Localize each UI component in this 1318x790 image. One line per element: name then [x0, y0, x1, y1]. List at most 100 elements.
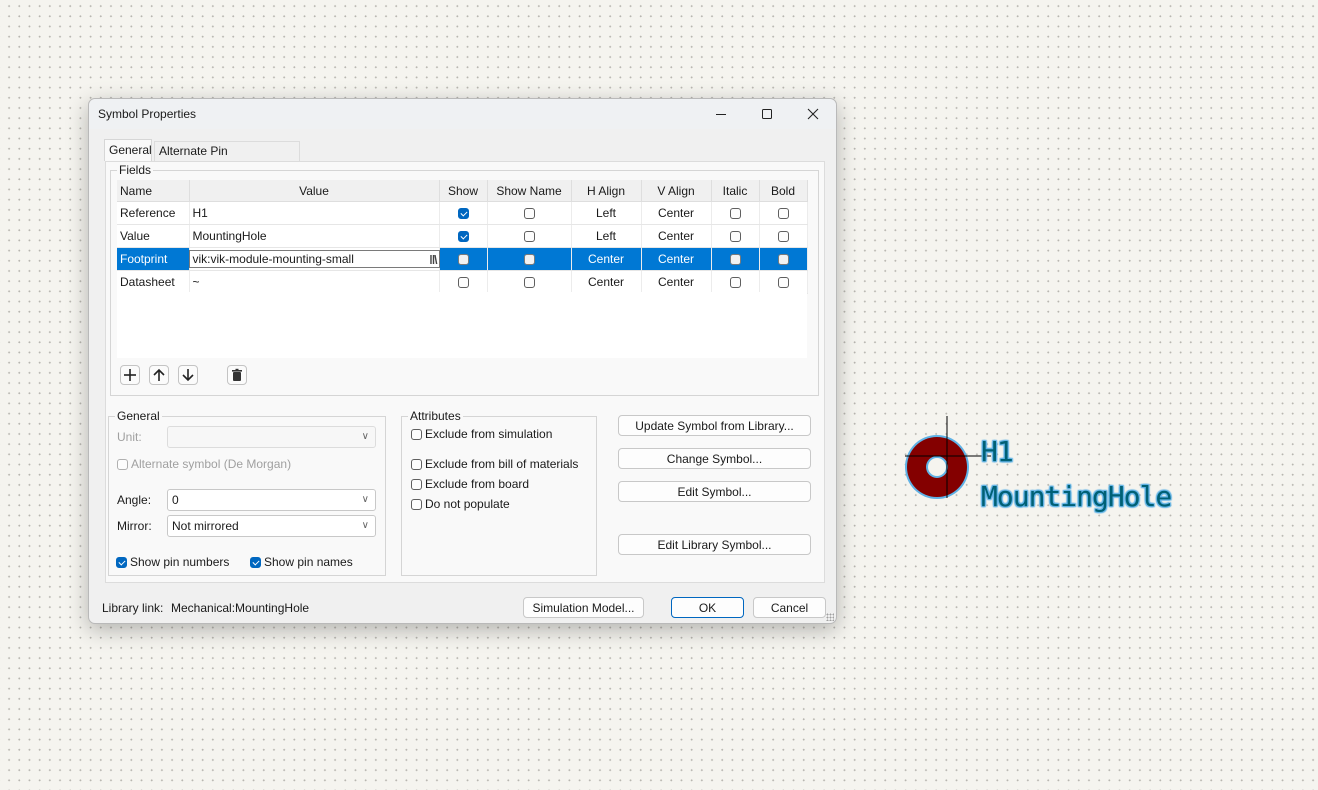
field-name-cell[interactable]: Datasheet — [117, 270, 190, 294]
show-checkbox[interactable] — [457, 208, 469, 220]
simulation-model-button[interactable]: Simulation Model... — [523, 597, 644, 618]
v-align-cell[interactable]: Center — [641, 224, 712, 248]
bold-cell[interactable] — [759, 247, 808, 271]
show-name-cell[interactable] — [487, 270, 572, 294]
column-header-value[interactable]: Value — [189, 180, 440, 202]
change-symbol-button[interactable]: Change Symbol... — [618, 448, 811, 469]
bold-checkbox[interactable] — [777, 277, 789, 289]
column-header-h-align[interactable]: H Align — [571, 180, 642, 202]
column-header-v-align[interactable]: V Align — [641, 180, 712, 202]
bold-checkbox[interactable] — [777, 231, 789, 243]
field-value-cell[interactable]: ~ — [189, 270, 440, 294]
show-checkbox[interactable] — [457, 231, 469, 243]
v-align-cell[interactable]: Center — [641, 247, 712, 271]
resize-grip[interactable] — [826, 613, 834, 621]
show-checkbox[interactable] — [457, 254, 469, 266]
show-name-checkbox[interactable] — [523, 208, 535, 220]
italic-cell[interactable] — [711, 247, 760, 271]
show-pin-names-checkbox-box[interactable] — [250, 556, 261, 568]
bold-checkbox[interactable] — [777, 208, 789, 220]
angle-select[interactable]: 0 ∨ — [167, 489, 376, 511]
update-symbol-from-library-button[interactable]: Update Symbol from Library... — [618, 415, 811, 436]
unit-select[interactable]: ∨ — [167, 426, 376, 448]
alternate-symbol-checkbox-box[interactable] — [117, 458, 128, 470]
move-down-button[interactable] — [178, 365, 198, 385]
field-name-cell[interactable]: Value — [117, 224, 190, 248]
tab-alternate-pin-assignments[interactable]: Alternate Pin Assignments — [154, 141, 300, 176]
maximize-button[interactable] — [744, 99, 790, 129]
field-name-cell[interactable]: Footprint — [117, 247, 190, 271]
edit-library-symbol-button[interactable]: Edit Library Symbol... — [618, 534, 811, 555]
library-browse-icon[interactable]: ‖\ — [429, 252, 437, 268]
show-name-checkbox[interactable] — [523, 254, 535, 266]
exclude-from-simulation-checkbox-box[interactable] — [411, 428, 422, 440]
italic-cell[interactable] — [711, 270, 760, 294]
alternate-symbol-checkbox[interactable]: Alternate symbol (De Morgan) — [117, 457, 291, 471]
field-value-cell[interactable]: MountingHole — [189, 224, 440, 248]
show-pin-names-checkbox[interactable]: Show pin names — [250, 555, 353, 569]
footprint-value-editor[interactable]: vik:vik-module-mounting-small ‖\ — [188, 250, 440, 268]
show-cell[interactable] — [439, 247, 488, 271]
v-align-cell[interactable]: Center — [641, 201, 712, 225]
table-row-selected[interactable]: Footprint vik:vik-module-mounting-small … — [117, 247, 808, 271]
italic-checkbox[interactable] — [729, 277, 741, 289]
show-cell[interactable] — [439, 224, 488, 248]
h-align-cell[interactable]: Left — [571, 201, 642, 225]
exclude-from-bom-checkbox[interactable]: Exclude from bill of materials — [411, 457, 578, 471]
show-checkbox[interactable] — [457, 277, 469, 289]
h-align-cell[interactable]: Center — [571, 247, 642, 271]
do-not-populate-checkbox[interactable]: Do not populate — [411, 497, 510, 511]
column-header-show-name[interactable]: Show Name — [487, 180, 572, 202]
show-name-cell[interactable] — [487, 201, 572, 225]
cancel-button[interactable]: Cancel — [753, 597, 826, 618]
mounting-hole-graphic[interactable] — [895, 410, 995, 520]
show-name-cell[interactable] — [487, 247, 572, 271]
move-up-button[interactable] — [149, 365, 169, 385]
column-header-show[interactable]: Show — [439, 180, 488, 202]
column-header-name[interactable]: Name — [117, 180, 190, 202]
show-name-checkbox[interactable] — [523, 277, 535, 289]
exclude-from-bom-checkbox-box[interactable] — [411, 458, 422, 470]
bold-checkbox[interactable] — [777, 254, 789, 266]
mirror-select[interactable]: Not mirrored ∨ — [167, 515, 376, 537]
italic-checkbox[interactable] — [729, 231, 741, 243]
show-name-cell[interactable] — [487, 224, 572, 248]
table-row[interactable]: Reference H1 Left Center — [117, 201, 808, 225]
symbol-value-text[interactable]: MountingHole — [981, 480, 1172, 513]
symbol-reference-text[interactable]: H1 — [981, 435, 1014, 468]
table-row[interactable]: Datasheet ~ Center Center — [117, 270, 808, 294]
exclude-from-board-checkbox-box[interactable] — [411, 478, 422, 490]
field-name-cell[interactable]: Reference — [117, 201, 190, 225]
edit-symbol-button[interactable]: Edit Symbol... — [618, 481, 811, 502]
italic-cell[interactable] — [711, 224, 760, 248]
field-value-cell[interactable]: H1 — [189, 201, 440, 225]
exclude-from-board-checkbox[interactable]: Exclude from board — [411, 477, 529, 491]
italic-cell[interactable] — [711, 201, 760, 225]
bold-cell[interactable] — [759, 201, 808, 225]
italic-checkbox[interactable] — [729, 254, 741, 266]
close-button[interactable] — [790, 99, 836, 129]
minimize-button[interactable] — [698, 99, 744, 129]
h-align-cell[interactable]: Left — [571, 224, 642, 248]
show-pin-numbers-checkbox[interactable]: Show pin numbers — [116, 555, 229, 569]
italic-checkbox[interactable] — [729, 208, 741, 220]
show-cell[interactable] — [439, 201, 488, 225]
field-value-cell[interactable]: vik:vik-module-mounting-small ‖\ — [188, 247, 440, 271]
column-header-italic[interactable]: Italic — [711, 180, 760, 202]
show-pin-numbers-checkbox-box[interactable] — [116, 556, 127, 568]
table-row[interactable]: Value MountingHole Left Center — [117, 224, 808, 248]
tab-general[interactable]: General — [104, 139, 152, 161]
title-bar[interactable]: Symbol Properties — [89, 99, 836, 129]
show-name-checkbox[interactable] — [523, 231, 535, 243]
exclude-from-simulation-checkbox[interactable]: Exclude from simulation — [411, 427, 552, 441]
column-header-bold[interactable]: Bold — [759, 180, 808, 202]
delete-field-button[interactable] — [227, 365, 247, 385]
ok-button[interactable]: OK — [671, 597, 744, 618]
do-not-populate-checkbox-box[interactable] — [411, 498, 422, 510]
v-align-cell[interactable]: Center — [641, 270, 712, 294]
add-field-button[interactable] — [120, 365, 140, 385]
bold-cell[interactable] — [759, 270, 808, 294]
h-align-cell[interactable]: Center — [571, 270, 642, 294]
show-cell[interactable] — [439, 270, 488, 294]
bold-cell[interactable] — [759, 224, 808, 248]
